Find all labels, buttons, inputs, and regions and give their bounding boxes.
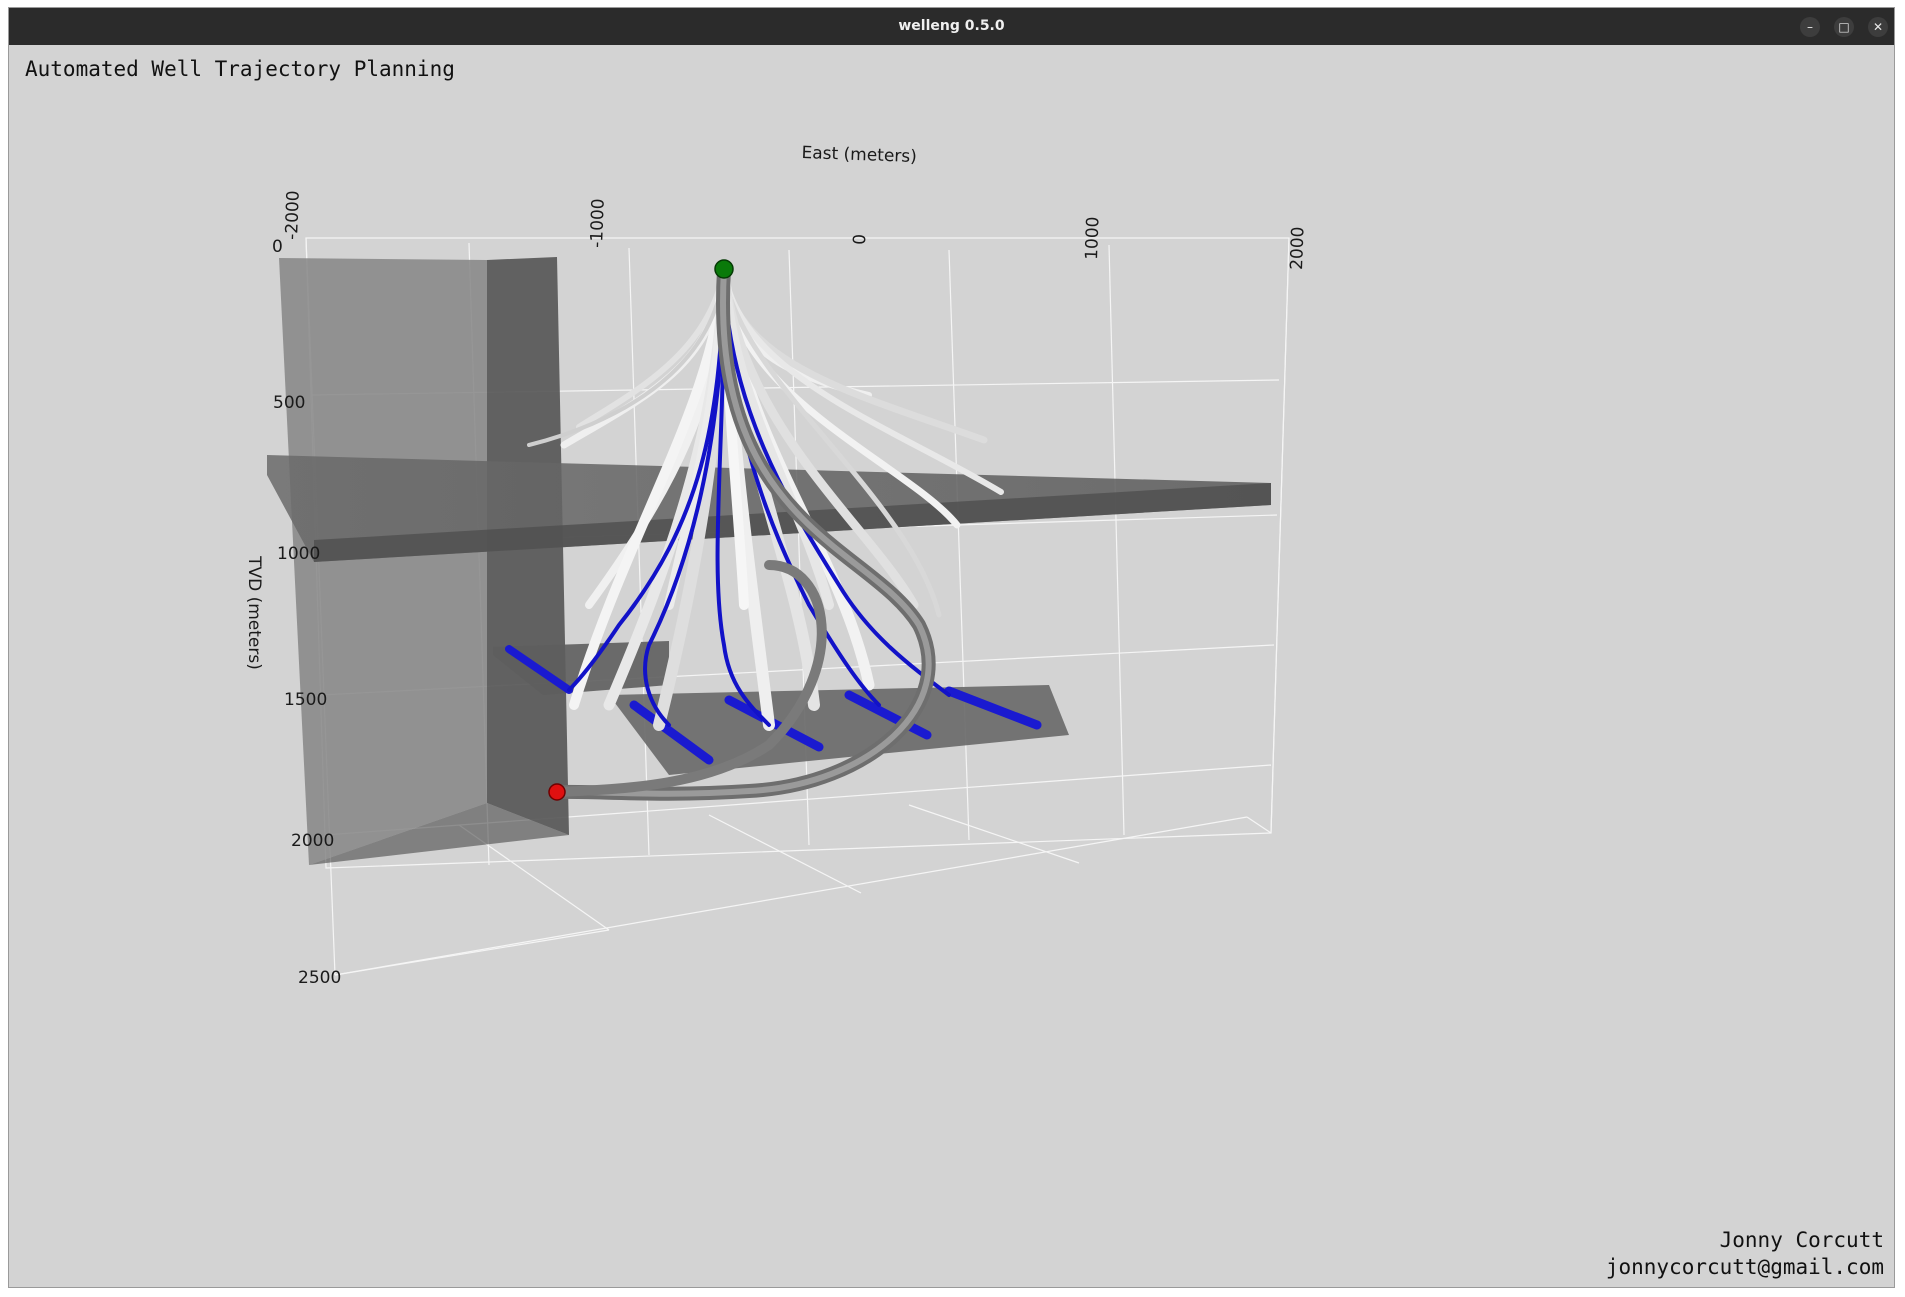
minimize-icon[interactable]: – [1800,17,1820,37]
tvd-tick-2500: 2500 [298,968,341,988]
surface-location-marker[interactable] [714,259,734,279]
3d-viewport[interactable]: East (meters) -2000 -1000 0 1000 2000 TV… [9,45,1894,1287]
app-window: welleng 0.5.0 – □ ✕ East (meters) -2000 … [8,7,1895,1288]
author-credit: Jonny Corcutt jonnycorcutt@gmail.com [1606,1227,1884,1281]
maximize-icon[interactable]: □ [1834,17,1854,37]
east-tick-5: 2000 [1287,226,1308,270]
tvd-tick-0: 0 [272,237,283,257]
east-tick-2: -1000 [587,198,609,248]
scene-heading: Automated Well Trajectory Planning [25,57,455,81]
tvd-tick-1000: 1000 [277,544,320,564]
east-tick-4: 1000 [1082,216,1103,260]
author-email: jonnycorcutt@gmail.com [1605,1255,1884,1279]
lower-target-slabs [493,641,1069,775]
target-location-marker[interactable] [548,783,566,801]
tvd-tick-2000: 2000 [291,831,334,851]
east-tick-3: 0 [850,234,870,246]
tvd-tick-1500: 1500 [284,690,327,710]
close-icon[interactable]: ✕ [1868,17,1888,37]
tvd-tick-500: 500 [273,393,305,413]
scene-canvas[interactable]: East (meters) -2000 -1000 0 1000 2000 TV… [9,45,1895,1288]
east-tick-1: -2000 [282,190,304,240]
east-axis-label: East (meters) [801,143,917,167]
tvd-axis-label: TVD (meters) [244,555,264,670]
window-title: welleng 0.5.0 [898,18,1005,34]
title-bar[interactable]: welleng 0.5.0 – □ ✕ [9,8,1894,45]
author-name: Jonny Corcutt [1719,1228,1884,1252]
